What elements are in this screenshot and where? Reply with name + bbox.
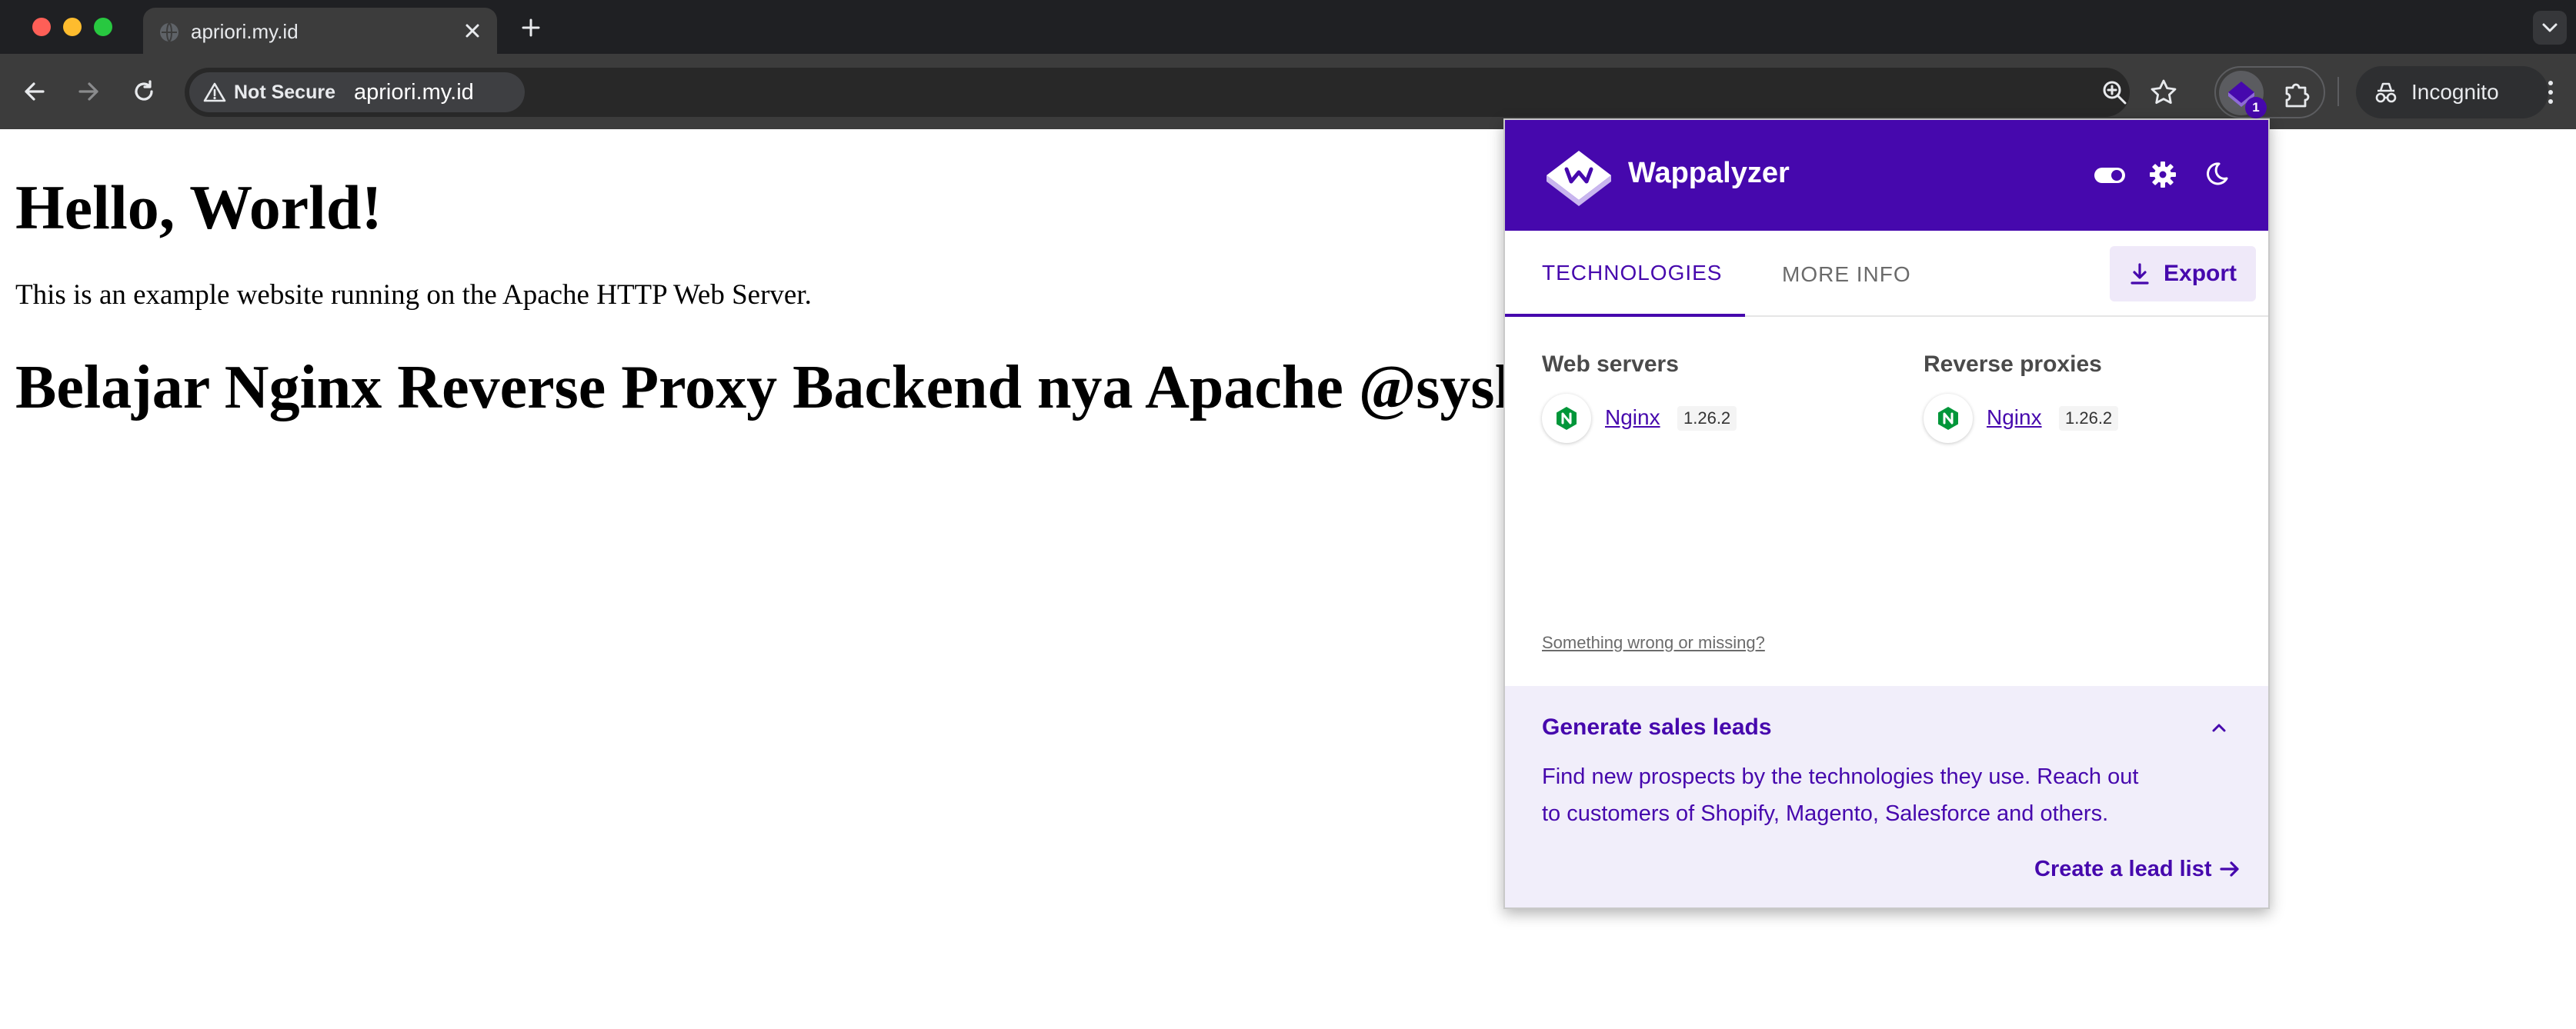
popup-tabs: TECHNOLOGIES MORE INFO Export xyxy=(1505,231,2268,317)
leads-title[interactable]: Generate sales leads xyxy=(1542,714,1772,741)
category-title-reverse-proxies: Reverse proxies xyxy=(1924,351,2102,377)
tech-version: 1.26.2 xyxy=(1677,406,1737,431)
tab-title: apriori.my.id xyxy=(191,20,299,43)
browser-tab[interactable]: apriori.my.id xyxy=(143,8,497,54)
page-paragraph: This is an example website running on th… xyxy=(15,279,812,311)
toggle-icon[interactable] xyxy=(2093,165,2127,186)
reload-icon[interactable] xyxy=(126,74,162,109)
toolbar-separator xyxy=(2337,77,2339,106)
minimize-window-button[interactable] xyxy=(63,18,82,36)
nginx-logo xyxy=(1542,394,1591,443)
sales-leads-panel: Generate sales leads Find new prospects … xyxy=(1505,686,2268,907)
puzzle-icon[interactable] xyxy=(2281,78,2311,109)
wappalyzer-popup: Wappalyzer TECHNOLOGIES MORE INFO Export… xyxy=(1503,118,2270,909)
tech-version: 1.26.2 xyxy=(2059,406,2119,431)
maximize-window-button[interactable] xyxy=(94,18,112,36)
chevron-up-icon[interactable] xyxy=(2208,717,2230,738)
nginx-icon xyxy=(1557,407,1577,430)
profile-button[interactable]: Incognito xyxy=(2356,66,2548,118)
tab-search-button[interactable] xyxy=(2533,11,2567,45)
page-subheading: Belajar Nginx Reverse Proxy Backend nya … xyxy=(15,354,1523,421)
moon-icon[interactable] xyxy=(2202,160,2230,188)
chevron-down-icon xyxy=(2542,23,2558,32)
wappalyzer-extension-button[interactable]: 1 xyxy=(2219,71,2267,118)
globe-icon xyxy=(160,22,179,42)
arrow-right-icon xyxy=(2220,861,2239,877)
tab-technologies[interactable]: TECHNOLOGIES xyxy=(1505,231,1745,317)
gear-icon[interactable] xyxy=(2148,160,2177,189)
export-label: Export xyxy=(2164,261,2237,286)
incognito-icon xyxy=(2375,82,2397,103)
security-label: Not Secure xyxy=(234,82,335,103)
brand-name: Wappalyzer xyxy=(1628,157,1790,189)
zoom-icon[interactable] xyxy=(2099,77,2130,108)
close-window-button[interactable] xyxy=(32,18,51,36)
kebab-menu-icon[interactable] xyxy=(2539,75,2562,109)
url-text[interactable]: apriori.my.id xyxy=(354,78,474,106)
nginx-logo xyxy=(1924,394,1973,443)
warning-icon xyxy=(203,82,226,102)
tab-more-info-label: MORE INFO xyxy=(1782,262,1911,286)
page-heading: Hello, World! xyxy=(15,172,382,242)
wappalyzer-logo-icon xyxy=(1547,151,1611,206)
close-icon[interactable] xyxy=(460,18,485,43)
tech-name-link[interactable]: Nginx xyxy=(1987,405,2042,431)
tab-more-info[interactable]: MORE INFO xyxy=(1745,231,1976,317)
download-icon xyxy=(2131,263,2149,285)
extensions-group: 1 xyxy=(2214,66,2325,118)
profile-label: Incognito xyxy=(2411,80,2499,104)
create-lead-list-link[interactable]: Create a lead list xyxy=(2034,854,2242,884)
popup-header: Wappalyzer xyxy=(1505,120,2268,231)
leads-description: Find new prospects by the technologies t… xyxy=(1542,764,2139,826)
star-icon[interactable] xyxy=(2148,77,2179,108)
create-lead-list-label: Create a lead list xyxy=(2034,857,2212,881)
tech-name-link[interactable]: Nginx xyxy=(1605,405,1660,431)
plus-icon[interactable] xyxy=(516,12,546,43)
export-button[interactable]: Export xyxy=(2110,246,2256,301)
forward-icon[interactable] xyxy=(71,74,106,109)
tab-strip: apriori.my.id xyxy=(0,0,2576,54)
report-missing-link[interactable]: Something wrong or missing? xyxy=(1542,632,1765,654)
back-icon[interactable] xyxy=(17,74,52,109)
address-bar[interactable]: Not Secure apriori.my.id xyxy=(185,68,2130,117)
tab-technologies-label: TECHNOLOGIES xyxy=(1542,261,1723,285)
nginx-icon xyxy=(1938,407,1958,430)
category-title-web-servers: Web servers xyxy=(1542,351,1679,377)
extension-badge: 1 xyxy=(2245,97,2267,118)
